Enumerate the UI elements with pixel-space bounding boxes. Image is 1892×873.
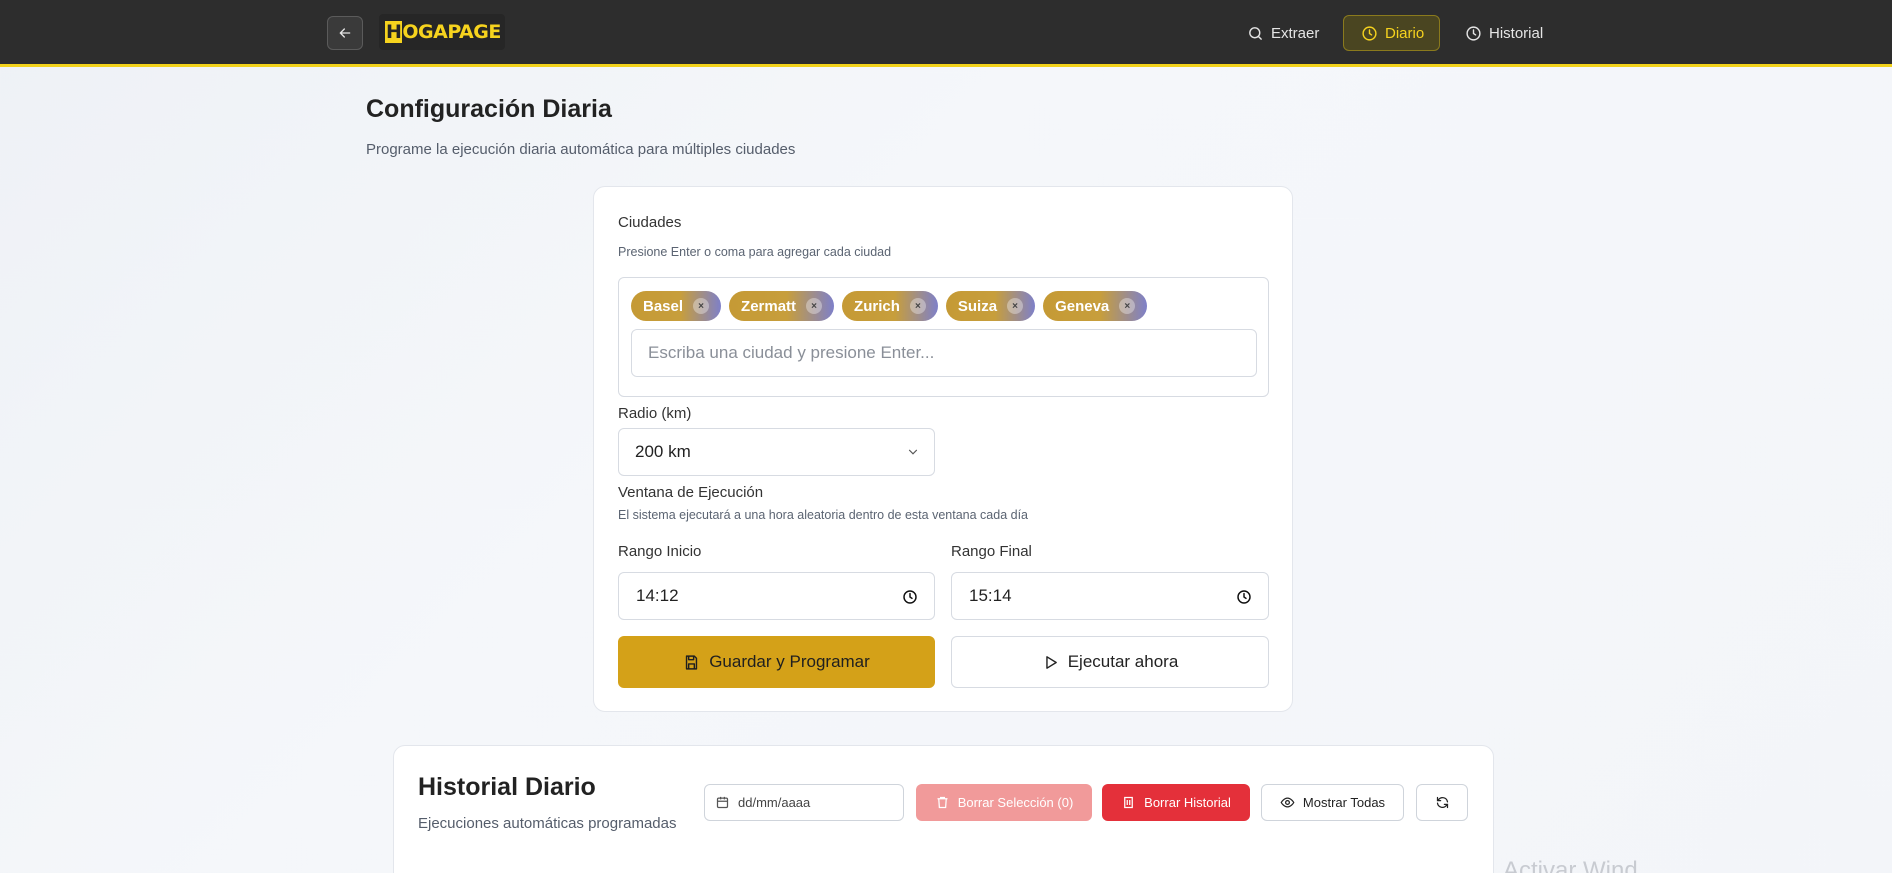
clock-icon: [1237, 590, 1251, 604]
city-chip-label: Geneva: [1055, 297, 1110, 315]
delete-history-button[interactable]: Borrar Historial: [1102, 784, 1250, 821]
date-filter-input[interactable]: dd/mm/aaaa: [704, 784, 904, 821]
show-all-label: Mostrar Todas: [1302, 795, 1386, 810]
city-chip-label: Suiza: [957, 297, 998, 315]
nav-diario[interactable]: Diario: [1343, 15, 1440, 51]
city-chip: Zermatt ×: [729, 291, 835, 321]
config-card: Ciudades Presione Enter o coma para agre…: [593, 186, 1293, 712]
delete-selection-label: Borrar Selección (0): [957, 795, 1074, 810]
eye-icon: [1280, 797, 1295, 808]
radius-value: 200 km: [635, 442, 691, 461]
end-time-input[interactable]: 15:14: [951, 572, 1269, 620]
remove-chip-icon[interactable]: ×: [1119, 298, 1136, 314]
nav-extraer[interactable]: Extraer: [1247, 15, 1319, 51]
page-title: Configuración Diaria: [366, 95, 612, 123]
city-chip: Basel ×: [631, 291, 722, 321]
city-chip-label: Basel: [643, 297, 684, 315]
save-schedule-button[interactable]: Guardar y Programar: [618, 636, 935, 688]
end-label: Rango Final: [951, 543, 1032, 560]
start-time-input[interactable]: 14:12: [618, 572, 935, 620]
top-bar: HOGAPAGE Extraer Diario Historial: [0, 0, 1892, 67]
refresh-icon: [1436, 796, 1448, 809]
start-time-value: 14:12: [636, 586, 679, 605]
cities-label: Ciudades: [618, 214, 682, 231]
city-input[interactable]: [631, 329, 1257, 377]
end-time-value: 15:14: [969, 586, 1012, 605]
show-all-button[interactable]: Mostrar Todas: [1261, 784, 1404, 821]
search-icon: [1249, 26, 1262, 40]
city-chip: Suiza ×: [945, 291, 1036, 321]
city-chip-label: Zurich: [854, 297, 900, 315]
city-chips: Basel × Zermatt × Zurich × Suiza × Genev…: [631, 291, 1148, 321]
window-label: Ventana de Ejecución: [618, 484, 764, 501]
delete-history-label: Borrar Historial: [1144, 795, 1231, 810]
delete-selection-button[interactable]: Borrar Selección (0): [916, 784, 1092, 821]
history-card: Historial Diario Ejecuciones automáticas…: [393, 745, 1494, 873]
cities-box: Basel × Zermatt × Zurich × Suiza × Genev…: [618, 277, 1269, 397]
nav-diario-label: Diario: [1385, 24, 1425, 42]
chevron-down-icon: [908, 449, 918, 455]
arrow-left-icon: [339, 28, 351, 38]
clock-icon: [903, 590, 917, 604]
start-label: Rango Inicio: [618, 543, 702, 560]
radius-label: Radio (km): [618, 405, 692, 422]
radius-select[interactable]: 200 km: [618, 428, 935, 476]
trash-icon: [937, 796, 948, 809]
city-chip-label: Zermatt: [741, 297, 797, 315]
history-subtitle: Ejecuciones automáticas programadas: [418, 815, 677, 832]
back-button[interactable]: [327, 16, 363, 50]
run-now-label: Ejecutar ahora: [1067, 652, 1179, 671]
nav-extraer-label: Extraer: [1271, 24, 1320, 42]
nav-historial-label: Historial: [1489, 24, 1544, 42]
cities-hint: Presione Enter o coma para agregar cada …: [618, 245, 892, 259]
remove-chip-icon[interactable]: ×: [806, 298, 823, 314]
logo[interactable]: HOGAPAGE: [379, 14, 505, 50]
remove-chip-icon[interactable]: ×: [909, 298, 926, 314]
run-now-button[interactable]: Ejecutar ahora: [951, 636, 1269, 688]
history-title: Historial Diario: [418, 773, 596, 801]
remove-chip-icon[interactable]: ×: [1007, 298, 1024, 314]
refresh-button[interactable]: [1416, 784, 1468, 821]
page-subtitle: Programe la ejecución diaria automática …: [366, 141, 796, 158]
clock-icon: [1466, 25, 1481, 41]
save-schedule-label: Guardar y Programar: [709, 652, 870, 671]
save-icon: [686, 654, 698, 670]
logo-text: HOGAPAGE: [386, 21, 501, 43]
clock-icon: [1362, 25, 1377, 41]
trash-icon: [1124, 796, 1134, 809]
remove-chip-icon[interactable]: ×: [693, 298, 710, 314]
calendar-icon: [716, 796, 729, 809]
date-placeholder: dd/mm/aaaa: [738, 795, 811, 810]
nav-historial[interactable]: Historial: [1465, 15, 1543, 51]
play-icon: [1045, 655, 1057, 669]
activation-watermark: Activar Wind: [1503, 857, 1638, 873]
city-chip: Zurich ×: [842, 291, 938, 321]
window-hint: El sistema ejecutará a una hora aleatori…: [618, 508, 1028, 522]
city-chip: Geneva ×: [1043, 291, 1148, 321]
